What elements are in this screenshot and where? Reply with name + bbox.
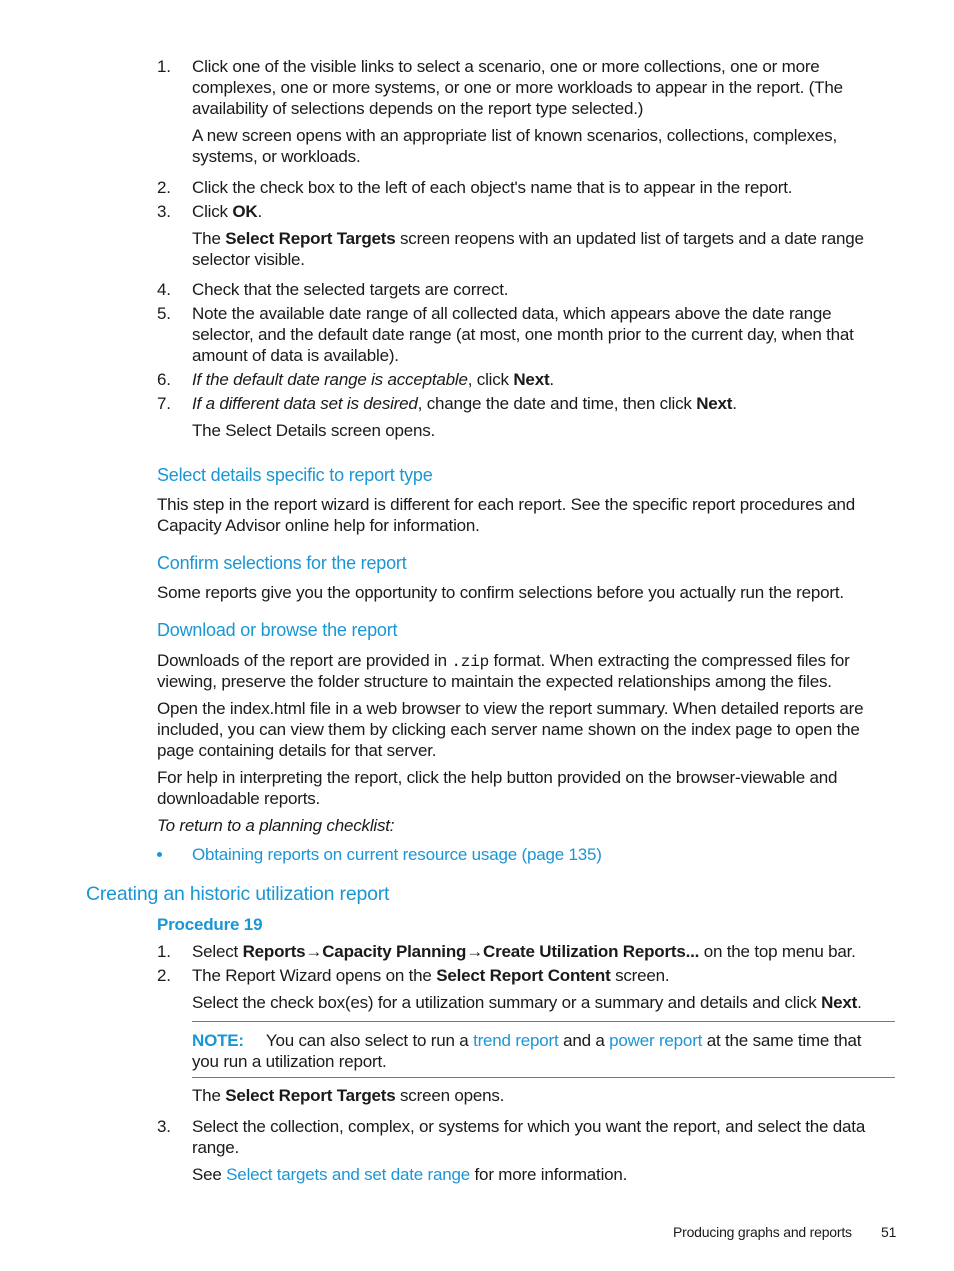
paragraph: page containing details for that server. [157,741,437,760]
text: Select [192,942,243,961]
text: at the same time that [702,1031,862,1050]
paragraph: Capacity Advisor online help for informa… [157,516,480,535]
text: Click [192,202,233,221]
procedure-label: Procedure 19 [157,915,263,934]
text: The Report Wizard opens on the [192,966,437,985]
paragraph: Open the index.html file in a web browse… [157,699,864,718]
paragraph: Downloads of the report are provided in … [157,650,850,673]
menu-path-reports: Reports [242,942,306,961]
text: screen reopens with an updated list of t… [395,229,864,248]
paragraph: downloadable reports. [157,789,321,808]
step-number: 7. [157,394,171,413]
step-text: selector, and the default date range (at… [192,325,854,344]
step-text: amount of data is available). [192,346,399,365]
ui-label-next: Next [513,370,550,389]
paragraph: Some reports give you the opportunity to… [157,583,844,602]
menu-path-create-utilization: Create Utilization Reports... [483,942,700,961]
note-text: you run a utilization report. [192,1052,387,1071]
trend-report-link[interactable]: trend report [473,1031,559,1050]
step-number: 6. [157,370,171,389]
step-number: 4. [157,280,171,299]
ui-label-next: Next [821,993,858,1012]
bullet-icon [157,844,165,857]
text: If a different data set is desired [192,394,418,413]
ui-label-ok: OK [232,202,258,221]
arrow-icon: → [305,942,323,961]
step-note: The Select Report Targets screen reopens… [192,228,864,249]
text: and a [558,1031,610,1050]
paragraph: included, you can view them by clicking … [157,720,860,739]
note-rule-bottom [192,1077,895,1078]
step-note: systems, or workloads. [192,147,361,166]
checklist-link[interactable]: Obtaining reports on current resource us… [192,844,602,865]
step-number: 3. [157,202,171,221]
step-text: Select Reports→Capacity Planning→Create … [192,941,856,962]
arrow-icon: → [466,942,484,961]
step-text: Click OK. [192,201,262,222]
checklist-intro: To return to a planning checklist: [157,816,395,835]
note-box: NOTE: You can also select to run a trend … [192,1030,861,1051]
text: , click [467,370,514,389]
menu-path-capacity-planning: Capacity Planning [322,942,467,961]
text: Downloads of the report are provided in [157,651,452,670]
ui-label: Select Report Targets [225,229,396,248]
footer-title: Producing graphs and reports [673,1224,852,1240]
step-number: 2. [157,178,171,197]
step-note: The Select Report Targets screen opens. [192,1085,504,1106]
select-targets-link[interactable]: Select targets and set date range [226,1165,470,1184]
ui-label: Select Report Targets [225,1086,396,1105]
note-label: NOTE: [192,1031,244,1050]
page-number: 51 [881,1224,897,1240]
code-zip: .zip [451,653,490,671]
paragraph: viewing, preserve the folder structure t… [157,672,832,691]
text: . [857,993,862,1012]
section-heading-select-details: Select details specific to report type [157,465,433,485]
text: See [192,1165,227,1184]
step-text: If the default date range is acceptable,… [192,369,554,390]
step-text: availability of selections depends on th… [192,99,644,118]
step-number: 3. [157,1117,171,1136]
step-text: If a different data set is desired, chan… [192,393,737,414]
step-text: complexes, one or more systems, or one o… [192,78,843,97]
ui-label-next: Next [696,394,733,413]
section-heading-historic: Creating an historic utilization report [86,883,390,905]
step-note: The Select Details screen opens. [192,421,436,440]
step-text: Check that the selected targets are corr… [192,280,509,299]
text: , change the date and time, then click [417,394,697,413]
text: The [192,229,226,248]
text: If the default date range is acceptable [192,370,468,389]
power-report-link[interactable]: power report [609,1031,702,1050]
section-heading-download: Download or browse the report [157,620,398,640]
text: screen. [610,966,670,985]
text: screen opens. [395,1086,505,1105]
text: The [192,1086,226,1105]
ui-label: Select Report Content [436,966,611,985]
step-note: selector visible. [192,250,305,269]
text: Select the check box(es) for a utilizati… [192,993,822,1012]
step-number: 1. [157,57,171,76]
step-text: range. [192,1138,240,1157]
text: for more information. [470,1165,628,1184]
section-heading-confirm: Confirm selections for the report [157,553,407,573]
paragraph: This step in the report wizard is differ… [157,495,856,514]
text: . [257,202,262,221]
step-number: 2. [157,966,171,985]
paragraph: For help in interpreting the report, cli… [157,768,838,787]
step-number: 5. [157,304,171,323]
text: on the top menu bar. [699,942,856,961]
step-text: Click the check box to the left of each … [192,178,793,197]
step-note: A new screen opens with an appropriate l… [192,126,838,145]
text: format. When extracting the compressed f… [489,651,850,670]
step-note: Select the check box(es) for a utilizati… [192,992,862,1013]
step-text: The Report Wizard opens on the Select Re… [192,965,670,986]
text: You can also select to run a [265,1031,474,1050]
step-note: See Select targets and set date range fo… [192,1164,627,1185]
step-text: Note the available date range of all col… [192,304,832,323]
text: . [549,370,554,389]
step-text: Click one of the visible links to select… [192,57,820,76]
step-number: 1. [157,942,171,961]
text: . [732,394,737,413]
step-text: Select the collection, complex, or syste… [192,1117,866,1136]
note-rule-top [192,1021,895,1022]
